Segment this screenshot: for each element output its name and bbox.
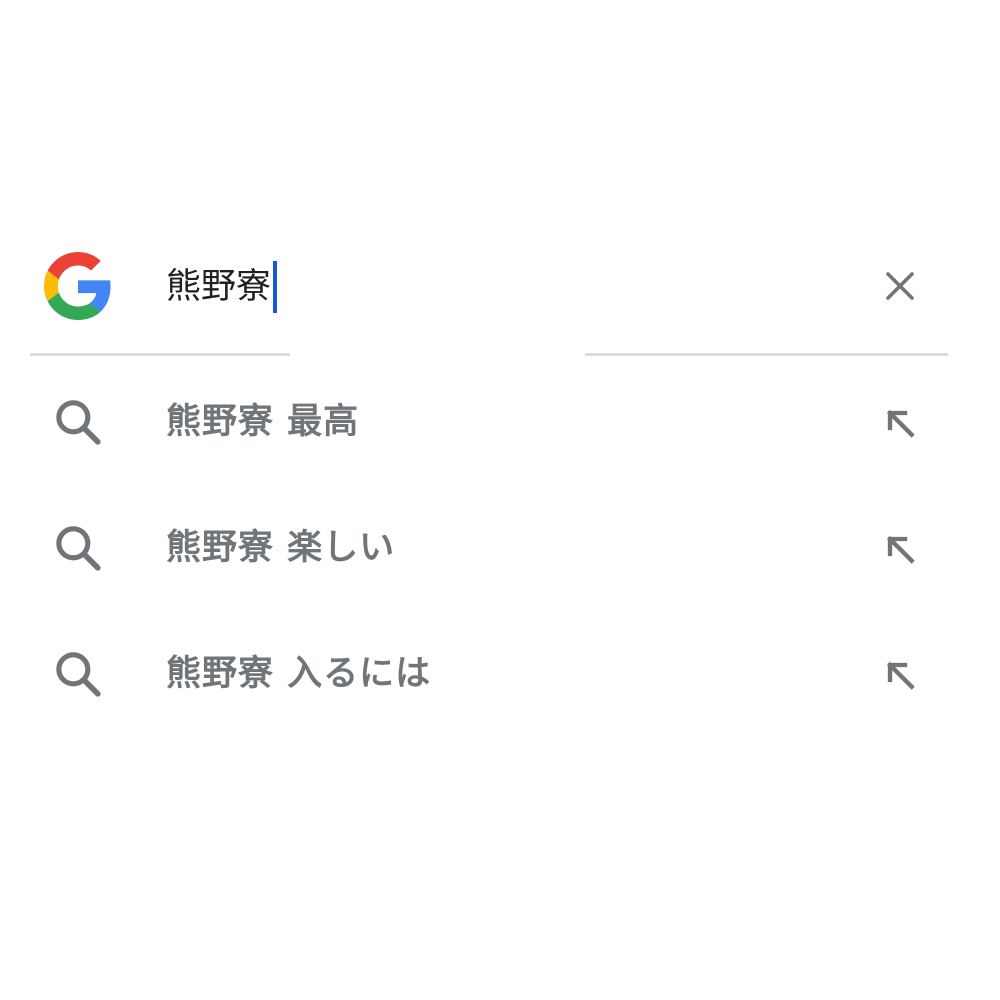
search-icon [50, 520, 106, 576]
text-caret [273, 261, 278, 313]
arrow-up-left-icon[interactable] [874, 523, 926, 575]
google-g-icon [44, 252, 112, 320]
suggestion-label: 熊野寮 入るには [166, 654, 432, 694]
arrow-up-left-icon[interactable] [874, 649, 926, 701]
suggestion-item[interactable]: 熊野寮 最高 [0, 357, 1000, 483]
search-input[interactable]: 熊野寮 [166, 261, 278, 313]
search-screen: 熊野寮 熊野寮 最高 熊野寮 楽しい 熊野寮 入るには [0, 0, 1000, 1000]
search-bar: 熊野寮 [0, 240, 1000, 336]
search-icon [50, 646, 106, 702]
divider-right [585, 353, 948, 356]
suggestion-list: 熊野寮 最高 熊野寮 楽しい 熊野寮 入るには [0, 357, 1000, 735]
search-icon [50, 394, 106, 450]
suggestion-label: 熊野寮 楽しい [166, 528, 396, 568]
suggestion-label: 熊野寮 最高 [166, 402, 360, 442]
suggestion-item[interactable]: 熊野寮 楽しい [0, 483, 1000, 609]
clear-button[interactable] [872, 260, 928, 316]
suggestion-item[interactable]: 熊野寮 入るには [0, 609, 1000, 735]
divider-left [30, 353, 290, 356]
arrow-up-left-icon[interactable] [874, 397, 926, 449]
close-icon [882, 268, 918, 308]
search-query-text: 熊野寮 [166, 267, 272, 307]
